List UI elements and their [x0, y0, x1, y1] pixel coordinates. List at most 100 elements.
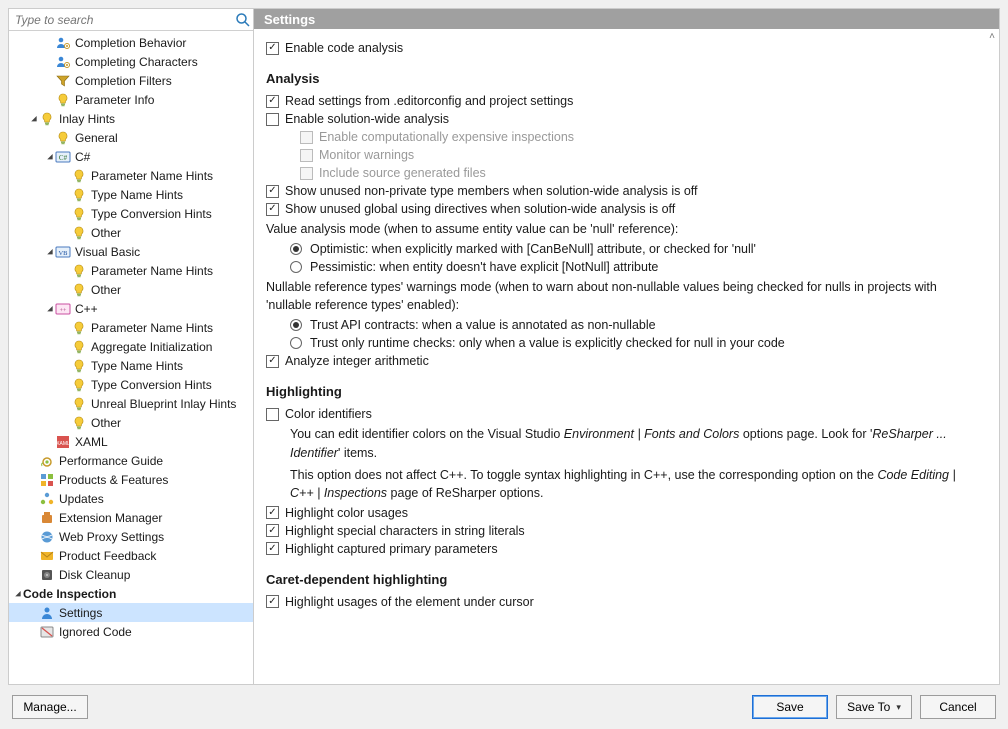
tree-item-label: Updates: [59, 492, 104, 506]
radio-value-optimistic[interactable]: Optimistic: when explicitly marked with …: [266, 240, 981, 258]
label: Include source generated files: [319, 166, 486, 180]
tree-item[interactable]: ▷Updates: [9, 489, 253, 508]
checkbox-icon: [266, 542, 279, 555]
bulb-icon: [71, 320, 87, 336]
chk-hl-primary-params[interactable]: Highlight captured primary parameters: [266, 540, 981, 558]
ext-icon: [39, 510, 55, 526]
checkbox-icon: [300, 149, 313, 162]
chk-color-identifiers[interactable]: Color identifiers: [266, 405, 981, 423]
csharp-icon: C#: [55, 149, 71, 165]
tree-item[interactable]: ▷Type Conversion Hints: [9, 204, 253, 223]
radio-icon: [290, 243, 302, 255]
radio-nrt-runtime[interactable]: Trust only runtime checks: only when a v…: [266, 334, 981, 352]
bulb-icon: [39, 111, 55, 127]
bulb-icon: [71, 415, 87, 431]
chk-enable-code-analysis[interactable]: Enable code analysis: [266, 39, 981, 57]
tree-item[interactable]: ◢VBVisual Basic: [9, 242, 253, 261]
svg-text:++: ++: [60, 308, 67, 314]
tree-item[interactable]: ▷Completing Characters: [9, 52, 253, 71]
tree-item-label: Type Name Hints: [91, 359, 183, 373]
tree-item[interactable]: ◢Inlay Hints: [9, 109, 253, 128]
tree-item[interactable]: ▷Ignored Code: [9, 622, 253, 641]
tree-item[interactable]: ▷Products & Features: [9, 470, 253, 489]
save-button[interactable]: Save: [752, 695, 828, 719]
tree-item[interactable]: ▷Type Name Hints: [9, 185, 253, 204]
tree-item-label: C++: [75, 302, 98, 316]
tree-item[interactable]: ▷Unreal Blueprint Inlay Hints: [9, 394, 253, 413]
person-gear-icon: [55, 54, 71, 70]
label: Highlight special characters in string l…: [285, 524, 525, 538]
content-panel: Settings ˄ Enable code analysis Analysis…: [254, 9, 999, 684]
tree-item[interactable]: ▷Type Conversion Hints: [9, 375, 253, 394]
tree-item-label: Parameter Info: [75, 93, 154, 107]
tree-item-label: Settings: [59, 606, 102, 620]
tree-item[interactable]: ▷Web Proxy Settings: [9, 527, 253, 546]
tree-item-label: Extension Manager: [59, 511, 162, 525]
tree-item[interactable]: ▷Type Name Hints: [9, 356, 253, 375]
checkbox-icon: [266, 185, 279, 198]
label: Enable code analysis: [285, 41, 403, 55]
label: Highlight usages of the element under cu…: [285, 595, 534, 609]
tree-item-label: Completion Behavior: [75, 36, 186, 50]
label: Show unused non-private type members whe…: [285, 184, 698, 198]
tree-item[interactable]: ▷Disk Cleanup: [9, 565, 253, 584]
radio-nrt-trust[interactable]: Trust API contracts: when a value is ann…: [266, 316, 981, 334]
content-header: Settings: [254, 9, 999, 29]
chk-show-unused-usings[interactable]: Show unused global using directives when…: [266, 200, 981, 218]
tree-item[interactable]: ▷Extension Manager: [9, 508, 253, 527]
tree-item-label: Parameter Name Hints: [91, 321, 213, 335]
tree-item[interactable]: ▷Parameter Name Hints: [9, 166, 253, 185]
tree-item[interactable]: ▷Completion Behavior: [9, 33, 253, 52]
tree-item[interactable]: ▷Completion Filters: [9, 71, 253, 90]
chk-hl-under-cursor[interactable]: Highlight usages of the element under cu…: [266, 593, 981, 611]
tree-item-label: Unreal Blueprint Inlay Hints: [91, 397, 236, 411]
chk-analyze-int[interactable]: Analyze integer arithmetic: [266, 352, 981, 370]
cancel-button[interactable]: Cancel: [920, 695, 996, 719]
save-to-button[interactable]: Save To: [836, 695, 912, 719]
tree-item[interactable]: ▷General: [9, 128, 253, 147]
checkbox-icon: [266, 506, 279, 519]
scroll-up-icon[interactable]: ˄: [985, 29, 999, 43]
tree-item-label: Completion Filters: [75, 74, 172, 88]
tree-item[interactable]: ▷Other: [9, 280, 253, 299]
label: Optimistic: when explicitly marked with …: [310, 242, 756, 256]
chk-read-editorconfig[interactable]: Read settings from .editorconfig and pro…: [266, 92, 981, 110]
tree-item[interactable]: ▷Aggregate Initialization: [9, 337, 253, 356]
caret-down-icon[interactable]: ◢: [45, 152, 55, 162]
chk-show-unused-members[interactable]: Show unused non-private type members whe…: [266, 182, 981, 200]
caret-down-icon[interactable]: ◢: [13, 589, 23, 599]
tree-item-label: Type Name Hints: [91, 188, 183, 202]
manage-button[interactable]: Manage...: [12, 695, 88, 719]
label: Enable computationally expensive inspect…: [319, 130, 574, 144]
tree-item[interactable]: ▷Parameter Info: [9, 90, 253, 109]
tree-scroll[interactable]: ▷Completion Behavior▷Completing Characte…: [9, 31, 253, 684]
search-icon[interactable]: [235, 12, 251, 28]
label: Pessimistic: when entity doesn't have ex…: [310, 260, 658, 274]
cpp-icon: ++: [55, 301, 71, 317]
caret-down-icon[interactable]: ◢: [29, 114, 39, 124]
chk-hl-color-usages[interactable]: Highlight color usages: [266, 504, 981, 522]
tree-item[interactable]: ▷Parameter Name Hints: [9, 318, 253, 337]
chk-enable-swa[interactable]: Enable solution-wide analysis: [266, 110, 981, 128]
content-scroll[interactable]: ˄ Enable code analysis Analysis Read set…: [254, 29, 999, 684]
tree-item[interactable]: ◢C#C#: [9, 147, 253, 166]
tree-item[interactable]: ▷Other: [9, 413, 253, 432]
tree-item-label: Type Conversion Hints: [91, 378, 212, 392]
label: Highlight captured primary parameters: [285, 542, 498, 556]
tree-item-label: Other: [91, 416, 121, 430]
tree-item[interactable]: ▷Settings: [9, 603, 253, 622]
tree-item[interactable]: ▷Other: [9, 223, 253, 242]
tree-item[interactable]: ▷XAMLXAML: [9, 432, 253, 451]
tree-item[interactable]: ◢ ++ C++: [9, 299, 253, 318]
tree-item[interactable]: ▷Performance Guide: [9, 451, 253, 470]
caret-down-icon[interactable]: ◢: [45, 304, 55, 314]
chk-hl-special-chars[interactable]: Highlight special characters in string l…: [266, 522, 981, 540]
tree-item-label: Product Feedback: [59, 549, 156, 563]
tree-item[interactable]: ▷Parameter Name Hints: [9, 261, 253, 280]
tree-item[interactable]: ▷Product Feedback: [9, 546, 253, 565]
radio-value-pessimistic[interactable]: Pessimistic: when entity doesn't have ex…: [266, 258, 981, 276]
tree-item[interactable]: ◢Code Inspection: [9, 584, 253, 603]
ignored-icon: [39, 624, 55, 640]
caret-down-icon[interactable]: ◢: [45, 247, 55, 257]
search-input[interactable]: [11, 11, 235, 29]
